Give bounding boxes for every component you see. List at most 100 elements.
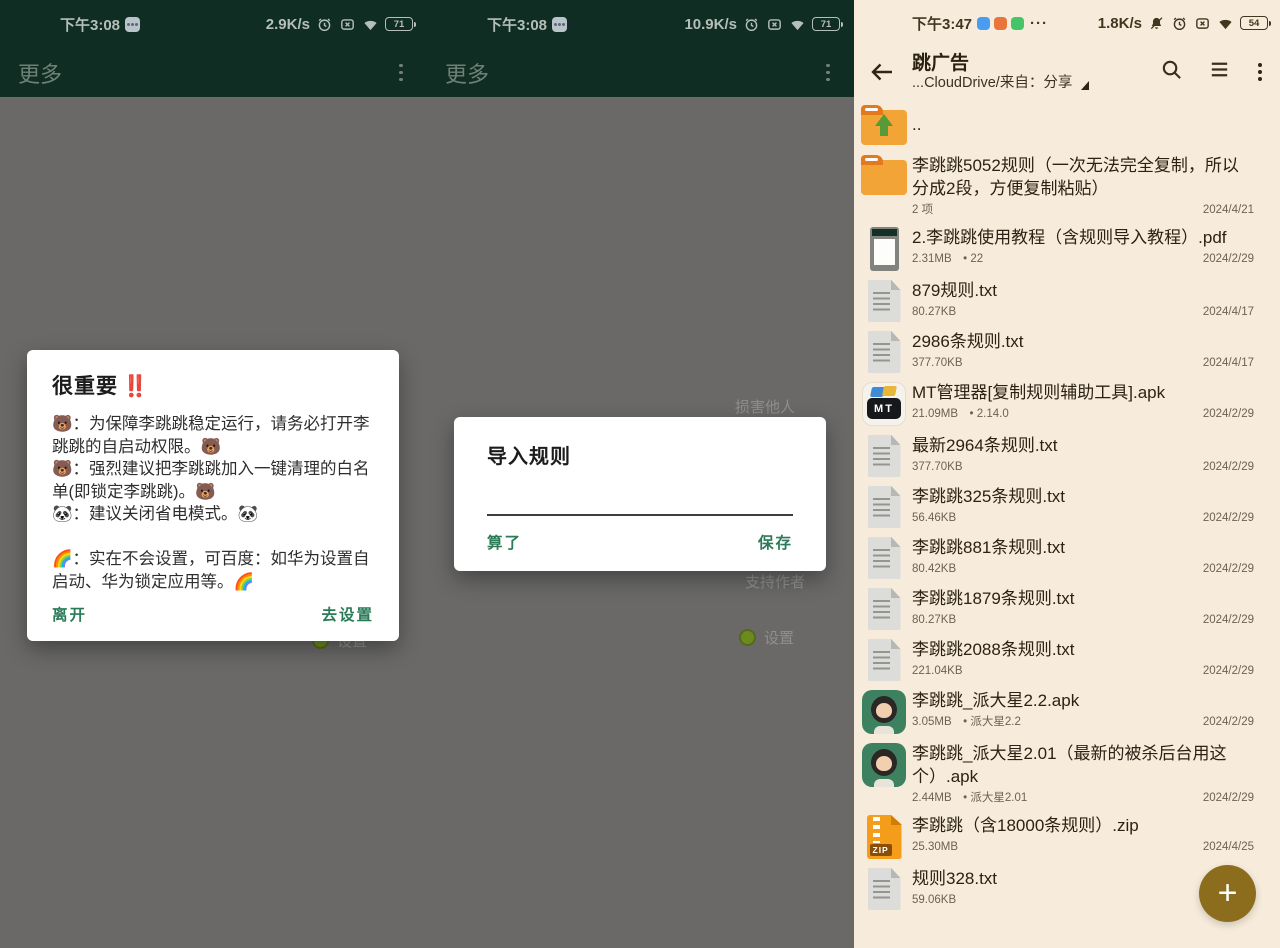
file-date: 2024/2/29	[1203, 511, 1254, 526]
file-date: 2024/4/17	[1203, 305, 1254, 320]
file-name: 李跳跳325条规则.txt	[912, 485, 1254, 508]
dialog-message: 🐻：为保障李跳跳稳定运行，请务必打开李跳跳的自启动权限。🐻 🐻：强烈建议把李跳跳…	[52, 413, 374, 593]
back-icon[interactable]	[868, 58, 896, 86]
file-row[interactable]: ZIP 李跳跳（含18000条规则）.zip 25.30MB 2024/4/25	[854, 810, 1280, 863]
file-row[interactable]: 李跳跳_派大星2.2.apk 3.05MB • 派大星2.22024/2/29	[854, 685, 1280, 738]
file-date: 2024/2/29	[1203, 252, 1254, 267]
mute-bell-icon	[1148, 15, 1165, 32]
sim-x-icon	[1194, 15, 1211, 32]
alarm-icon	[316, 16, 333, 33]
file-row[interactable]: 最新2964条规则.txt 377.70KB2024/2/29	[854, 430, 1280, 481]
add-button[interactable]: +	[1199, 865, 1256, 922]
file-name: 2986条规则.txt	[912, 330, 1254, 353]
litiaotiao-app-icon	[862, 690, 906, 734]
battery-icon: 71	[385, 17, 413, 31]
overflow-menu-icon[interactable]	[393, 60, 409, 86]
file-row[interactable]: 李跳跳_派大星2.01（最新的被杀后台用这个）.apk 2.44MB • 派大星…	[854, 738, 1280, 810]
network-speed: 2.9K/s	[266, 16, 310, 33]
file-meta: 21.09MB • 2.14.0	[912, 407, 1009, 422]
litiaotiao-app-icon	[862, 743, 906, 787]
network-speed: 1.8K/s	[1098, 15, 1142, 32]
file-date: 2024/2/29	[1203, 460, 1254, 475]
left-app-bar: 更多	[0, 48, 427, 97]
page-title: 更多	[18, 57, 62, 89]
file-meta: 377.70KB	[912, 356, 963, 371]
clock: 下午3:08	[60, 14, 120, 35]
file-name: 李跳跳2088条规则.txt	[912, 638, 1254, 661]
file-row[interactable]: 879规则.txt 80.27KB 2024/4/17	[854, 275, 1280, 326]
dimmed-text-support: 支持作者	[745, 571, 805, 592]
file-meta: 221.04KB	[912, 664, 963, 679]
file-row[interactable]: 李跳跳5052规则（一次无法完全复制，所以分成2段，方便复制粘贴） 2 项 202…	[854, 150, 1280, 222]
file-name: 879规则.txt	[912, 279, 1254, 302]
file-row[interactable]: 2.李跳跳使用教程（含规则导入教程）.pdf 2.31MB • 222024/2…	[854, 222, 1280, 275]
file-name: 最新2964条规则.txt	[912, 434, 1254, 457]
cancel-button[interactable]: 算了	[487, 531, 522, 553]
file-date: 2024/2/29	[1203, 562, 1254, 577]
blue-app-icon	[977, 17, 990, 30]
left-screen: 下午3:08 2.9K/s 71 更多 损害他人 支持作者 设置 很重要‼️ 🐻…	[0, 0, 427, 948]
folder-title: 跳广告	[912, 53, 1089, 75]
battery-icon: 71	[812, 17, 840, 31]
wifi-icon	[362, 16, 379, 33]
dimmed-text-harm: 损害他人	[735, 396, 795, 417]
overflow-menu-icon[interactable]	[820, 60, 836, 86]
file-date: 2024/2/29	[1203, 407, 1254, 422]
file-name: 李跳跳5052规则（一次无法完全复制，所以分成2段，方便复制粘贴）	[912, 154, 1254, 200]
left-status-bar: 下午3:08 2.9K/s 71	[0, 0, 427, 48]
middle-screen: 下午3:08 10.9K/s 71 更多 损害他人 支持作者 设置 导入规则 算…	[427, 0, 854, 948]
file-row[interactable]: 李跳跳1879条规则.txt 80.27KB 2024/2/29	[854, 583, 1280, 634]
coin-icon	[739, 629, 756, 646]
file-date: 2024/4/21	[1203, 203, 1254, 218]
file-row[interactable]: 2986条规则.txt 377.70KB2024/4/17	[854, 326, 1280, 377]
folder-icon	[861, 160, 907, 195]
wifi-icon	[789, 16, 806, 33]
pdf-thumbnail-icon	[870, 227, 899, 271]
middle-status-bar: 下午3:08 10.9K/s 71	[427, 0, 854, 48]
search-icon[interactable]	[1160, 58, 1183, 86]
app-badge-icon	[125, 17, 140, 32]
view-mode-icon[interactable]	[1208, 58, 1231, 86]
file-meta: 80.27KB	[912, 305, 956, 320]
file-name: 李跳跳（含18000条规则）.zip	[912, 814, 1254, 837]
rule-input-field[interactable]	[487, 496, 793, 516]
network-speed: 10.9K/s	[684, 16, 737, 33]
file-meta: 59.06KB	[912, 893, 956, 908]
file-meta: 56.46KB	[912, 511, 956, 526]
file-date: 2024/4/25	[1203, 840, 1254, 855]
file-meta: 80.27KB	[912, 613, 956, 628]
go-settings-button[interactable]: 去设置	[321, 603, 374, 625]
file-name: ..	[912, 113, 1254, 136]
text-file-icon	[868, 486, 901, 528]
leave-button[interactable]: 离开	[52, 603, 87, 625]
file-meta: 2 项	[912, 203, 933, 218]
text-file-icon	[868, 280, 901, 322]
clock: 下午3:08	[487, 14, 547, 35]
file-row[interactable]: 李跳跳881条规则.txt 80.42KB 2024/2/29	[854, 532, 1280, 583]
page-title: 更多	[445, 57, 489, 89]
file-row[interactable]: ..	[854, 98, 1280, 150]
file-row[interactable]: MT MT管理器[复制规则辅助工具].apk 21.09MB • 2.14.02…	[854, 377, 1280, 430]
file-row[interactable]: 李跳跳2088条规则.txt 221.04KB 2024/2/29	[854, 634, 1280, 685]
folder-up-icon	[861, 110, 907, 145]
file-date: 2024/2/29	[1203, 664, 1254, 679]
file-meta: 25.30MB	[912, 840, 958, 855]
dimmed-settings-item: 设置	[739, 627, 794, 648]
breadcrumb[interactable]: ...CloudDrive/来自：分享	[912, 75, 1089, 92]
file-manager-app-bar: 跳广告 ...CloudDrive/来自：分享	[854, 46, 1280, 98]
file-name: 李跳跳1879条规则.txt	[912, 587, 1254, 610]
file-row[interactable]: 李跳跳325条规则.txt 56.46KB 2024/2/29	[854, 481, 1280, 532]
file-date: 2024/2/29	[1203, 791, 1254, 806]
dimmed-text-settings: 设置	[764, 627, 794, 648]
zip-file-icon: ZIP	[867, 815, 902, 859]
file-name: 李跳跳881条规则.txt	[912, 536, 1254, 559]
important-dialog: 很重要‼️ 🐻：为保障李跳跳稳定运行，请务必打开李跳跳的自启动权限。🐻 🐻：强烈…	[27, 350, 399, 641]
middle-app-bar: 更多	[427, 48, 854, 97]
file-meta: 80.42KB	[912, 562, 956, 577]
path-expand-icon	[1081, 81, 1089, 90]
file-meta: 3.05MB • 派大星2.2	[912, 715, 1021, 730]
save-button[interactable]: 保存	[758, 531, 793, 553]
battery-icon: 54	[1240, 16, 1268, 30]
overflow-menu-icon[interactable]	[1256, 61, 1264, 83]
file-date: 2024/2/29	[1203, 613, 1254, 628]
